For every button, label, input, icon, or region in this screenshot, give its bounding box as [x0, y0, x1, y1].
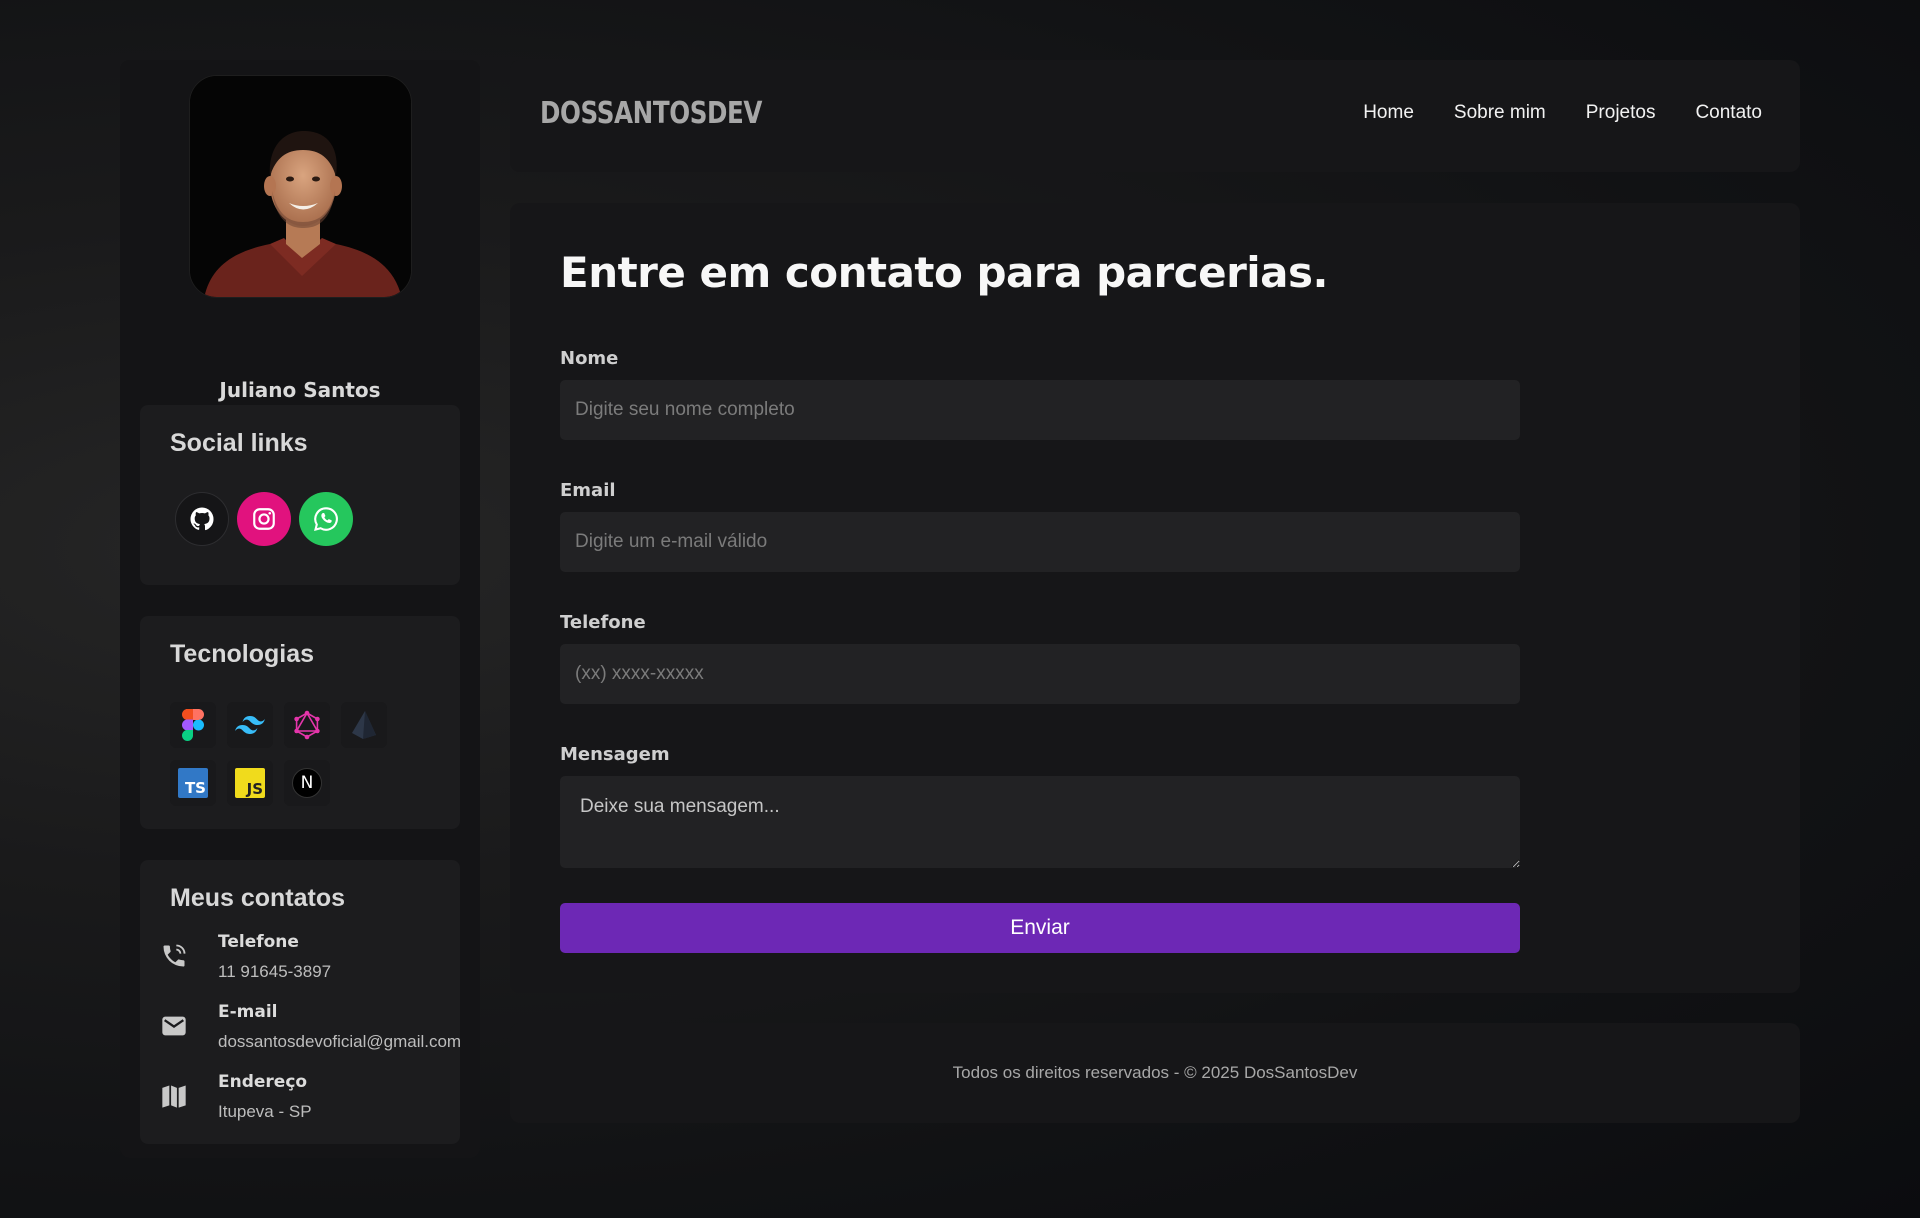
profile-sidebar: Juliano Santos Full Stack Developer Soci…	[120, 60, 480, 1158]
technologies-title: Tecnologias	[170, 640, 315, 668]
tech-typescript: TS	[170, 760, 216, 806]
footer-copyright: Todos os direitos reservados - © 2025 Do…	[952, 1063, 1358, 1082]
whatsapp-icon	[314, 507, 338, 531]
github-icon	[190, 507, 214, 531]
nav-contact[interactable]: Contato	[1695, 102, 1762, 124]
profile-name: Juliano Santos	[219, 378, 381, 402]
tech-nextjs: N	[284, 760, 330, 806]
javascript-icon: JS	[246, 780, 263, 798]
site-logo[interactable]: DOSSANTOSDEV	[540, 96, 762, 131]
contacts-card: Meus contatos Telefone 11 91645-3897 E-m…	[140, 860, 461, 1144]
submit-button[interactable]: Enviar	[560, 903, 1520, 953]
avatar	[189, 75, 412, 298]
tech-prisma	[341, 702, 387, 748]
social-links-card: Social links	[140, 405, 460, 585]
page-footer: Todos os direitos reservados - © 2025 Do…	[510, 1023, 1800, 1123]
tailwind-icon	[235, 716, 265, 734]
contact-phone-label: Telefone	[218, 932, 299, 952]
nav-about[interactable]: Sobre mim	[1454, 102, 1546, 124]
message-label: Mensagem	[560, 744, 670, 765]
avatar-photo	[190, 76, 411, 297]
contact-phone-value: 11 91645-3897	[218, 962, 332, 981]
phone-input[interactable]	[560, 644, 1520, 704]
github-link[interactable]	[175, 492, 229, 546]
instagram-link[interactable]	[237, 492, 291, 546]
social-links-row	[175, 492, 353, 546]
prisma-icon	[352, 711, 376, 739]
tech-javascript: JS	[227, 760, 273, 806]
contacts-title: Meus contatos	[170, 884, 346, 912]
technologies-card: Tecnologias TS JS N	[140, 616, 460, 829]
tech-graphql	[284, 702, 330, 748]
contact-section: Entre em contato para parcerias. Nome Em…	[510, 203, 1800, 993]
message-textarea[interactable]	[560, 776, 1520, 868]
technologies-grid: TS JS N	[170, 702, 400, 806]
phone-icon	[163, 944, 186, 967]
map-icon	[162, 1085, 186, 1108]
email-input[interactable]	[560, 512, 1520, 572]
nextjs-icon: N	[300, 773, 314, 793]
name-label: Nome	[560, 348, 619, 369]
email-label: Email	[560, 480, 616, 501]
top-header: DOSSANTOSDEV Home Sobre mim Projetos Con…	[510, 60, 1800, 172]
tech-tailwind	[227, 702, 273, 748]
main-nav: Home Sobre mim Projetos Contato	[1363, 102, 1762, 124]
page-title: Entre em contato para parcerias.	[560, 248, 1328, 297]
tech-figma	[170, 702, 216, 748]
social-links-title: Social links	[170, 429, 308, 457]
name-input[interactable]	[560, 380, 1520, 440]
instagram-icon	[253, 508, 275, 530]
whatsapp-link[interactable]	[299, 492, 353, 546]
nav-home[interactable]: Home	[1363, 102, 1414, 124]
contact-email-label: E-mail	[218, 1002, 278, 1022]
graphql-icon	[294, 710, 320, 740]
figma-icon	[182, 709, 204, 741]
phone-label: Telefone	[560, 612, 646, 633]
contact-email-value[interactable]: dossantosdevoficial@gmail.com	[218, 1032, 461, 1052]
contact-address-value: Itupeva - SP	[218, 1102, 312, 1121]
typescript-icon: TS	[184, 779, 206, 797]
contact-address-label: Endereço	[218, 1072, 308, 1092]
nav-projects[interactable]: Projetos	[1586, 102, 1656, 124]
envelope-icon	[162, 1016, 186, 1036]
